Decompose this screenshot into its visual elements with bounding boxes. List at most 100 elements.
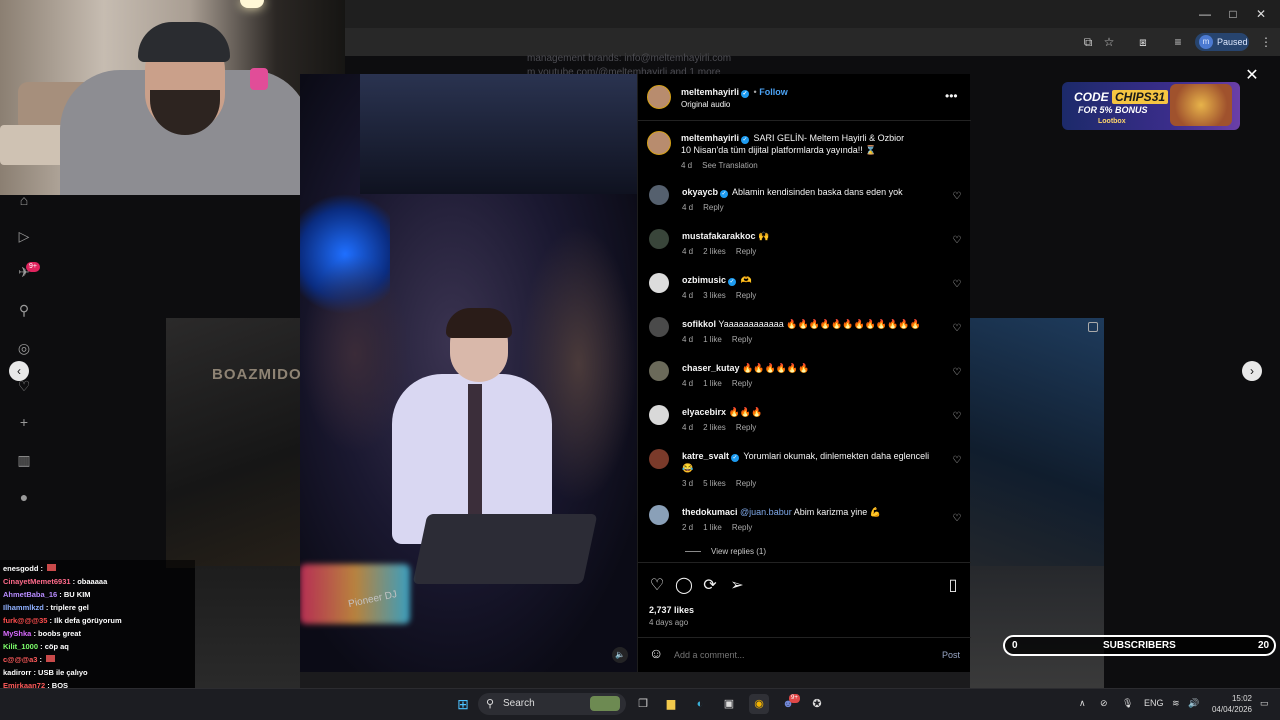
caption-username[interactable]: meltemhayirli <box>681 133 739 143</box>
network-off-icon[interactable]: ⊘ <box>1100 698 1108 709</box>
comment-mention-link[interactable]: @juan.babur <box>740 507 792 517</box>
save-bookmark-icon[interactable]: ▯ <box>943 576 963 596</box>
create-icon[interactable]: + <box>14 412 34 432</box>
comment-reply-link[interactable]: Reply <box>703 203 723 212</box>
like-comment-heart-icon[interactable]: ♡ <box>951 279 963 291</box>
comment-avatar[interactable] <box>649 505 669 525</box>
app-icon[interactable]: ✪ <box>807 694 827 714</box>
comment-reply-link[interactable]: Reply <box>736 479 756 488</box>
edge-icon[interactable]: ◐ <box>690 694 710 714</box>
comment-avatar[interactable] <box>649 405 669 425</box>
mute-toggle-icon[interactable]: 🔈 <box>612 647 628 663</box>
see-translation-link[interactable]: See Translation <box>702 161 758 170</box>
bookmark-star-icon[interactable]: ☆ <box>1101 34 1117 50</box>
comment-username[interactable]: ozbimusic <box>682 275 726 285</box>
author-username[interactable]: meltemhayirli <box>681 87 739 97</box>
like-comment-heart-icon[interactable]: ♡ <box>951 513 963 525</box>
search-icon[interactable]: ⚲ <box>14 300 34 320</box>
language-indicator[interactable]: ENG <box>1144 698 1164 708</box>
comment-bubble-icon[interactable]: ◯ <box>674 576 694 596</box>
like-comment-heart-icon[interactable]: ♡ <box>951 323 963 335</box>
close-window-icon[interactable]: ✕ <box>1252 6 1270 22</box>
minimize-icon[interactable]: — <box>1196 6 1214 22</box>
verified-icon: ✓ <box>731 454 740 462</box>
post-comment-button[interactable]: Post <box>942 649 960 661</box>
original-audio-link[interactable]: Original audio <box>681 99 730 111</box>
author-avatar[interactable] <box>647 85 671 109</box>
clock[interactable]: 15:02 04/04/2026 <box>1210 693 1252 715</box>
install-app-icon[interactable]: ⧉ <box>1080 34 1096 50</box>
taskbar-search[interactable]: ⚲ Search <box>478 693 626 715</box>
windows-start-icon[interactable]: ⊞ <box>453 694 473 714</box>
profile-icon[interactable]: ● <box>14 487 34 507</box>
comment-likes[interactable]: 1 like <box>703 379 722 388</box>
comment-username[interactable]: okyaycb <box>682 187 718 197</box>
post-age[interactable]: 4 days ago <box>649 618 688 627</box>
extensions-icon[interactable]: ⧆ <box>1135 34 1151 50</box>
comment-reply-link[interactable]: Reply <box>732 379 752 388</box>
follow-button[interactable]: Follow <box>759 87 788 97</box>
explore-icon[interactable]: ◎ <box>14 338 34 358</box>
comment-likes[interactable]: 1 like <box>703 523 722 532</box>
background-post-tile[interactable] <box>195 566 300 688</box>
tray-overflow-icon[interactable]: ∧ <box>1079 698 1086 709</box>
chrome-icon[interactable]: ◉ <box>749 694 769 714</box>
comment-avatar[interactable] <box>649 185 669 205</box>
background-post-tile[interactable]: BOAZMIDOLL <box>166 318 321 568</box>
previous-post-button[interactable]: ‹ <box>9 361 29 381</box>
comment-avatar[interactable] <box>649 361 669 381</box>
comment-avatar[interactable] <box>649 317 669 337</box>
share-icon[interactable]: ➢ <box>727 576 747 596</box>
like-comment-heart-icon[interactable]: ♡ <box>951 235 963 247</box>
comment-likes[interactable]: 3 likes <box>703 291 726 300</box>
volume-icon[interactable]: 🔊 <box>1188 698 1199 709</box>
comment-avatar[interactable] <box>649 273 669 293</box>
like-comment-heart-icon[interactable]: ♡ <box>951 191 963 203</box>
comment-username[interactable]: elyacebirx <box>682 407 726 417</box>
comment-username[interactable]: mustafakarakkoc <box>682 231 756 241</box>
comment-reply-link[interactable]: Reply <box>736 247 756 256</box>
comment-username[interactable]: thedokumaci <box>682 507 738 517</box>
microphone-icon[interactable]: 🎙 <box>1122 698 1133 709</box>
file-explorer-icon[interactable]: ▆ <box>661 694 681 714</box>
comment-avatar[interactable] <box>649 229 669 249</box>
comment-input[interactable] <box>674 647 934 663</box>
comment-reply-link[interactable]: Reply <box>732 523 752 532</box>
more-options-icon[interactable]: ••• <box>945 90 958 102</box>
comment-reply-link[interactable]: Reply <box>736 291 756 300</box>
comment-likes[interactable]: 1 like <box>703 335 722 344</box>
close-modal-icon[interactable]: ✕ <box>1243 67 1261 85</box>
reels-icon[interactable]: ▷ <box>14 226 34 246</box>
comment-username[interactable]: sofikkol <box>682 319 716 329</box>
profile-paused-button[interactable]: m Paused <box>1195 33 1249 51</box>
like-comment-heart-icon[interactable]: ♡ <box>951 455 963 467</box>
comment-likes[interactable]: 2 likes <box>703 247 726 256</box>
like-comment-heart-icon[interactable]: ♡ <box>951 411 963 423</box>
view-replies-button[interactable]: View replies (1) <box>711 547 766 556</box>
background-post-tile[interactable] <box>970 566 1104 688</box>
notifications-center-icon[interactable]: ▭ <box>1260 698 1269 709</box>
background-post-tile[interactable] <box>970 318 1104 568</box>
task-view-icon[interactable]: ❐ <box>633 694 653 714</box>
wifi-icon[interactable]: ≋ <box>1172 698 1180 709</box>
browser-menu-icon[interactable]: ⋮ <box>1258 34 1274 50</box>
reading-list-icon[interactable]: ≡ <box>1170 34 1186 50</box>
likes-count[interactable]: 2,737 likes <box>649 604 694 616</box>
like-heart-icon[interactable]: ♡ <box>647 576 667 596</box>
caption-avatar[interactable] <box>647 131 671 155</box>
comment-username[interactable]: chaser_kutay <box>682 363 740 373</box>
comment-likes[interactable]: 2 likes <box>703 423 726 432</box>
dashboard-icon[interactable]: ▥ <box>14 450 34 470</box>
repost-icon[interactable]: ⟳ <box>700 576 720 596</box>
store-icon[interactable]: ▣ <box>719 694 739 714</box>
comment-reply-link[interactable]: Reply <box>732 335 752 344</box>
next-post-button[interactable]: › <box>1242 361 1262 381</box>
comment-reply-link[interactable]: Reply <box>736 423 756 432</box>
emoji-picker-icon[interactable]: ☺ <box>649 646 663 660</box>
like-comment-heart-icon[interactable]: ♡ <box>951 367 963 379</box>
comment-avatar[interactable] <box>649 449 669 469</box>
comment-likes[interactable]: 5 likes <box>703 479 726 488</box>
reel-video[interactable]: Pioneer DJ <box>300 74 637 672</box>
comment-username[interactable]: katre_svalt <box>682 451 729 461</box>
maximize-icon[interactable]: □ <box>1224 6 1242 22</box>
